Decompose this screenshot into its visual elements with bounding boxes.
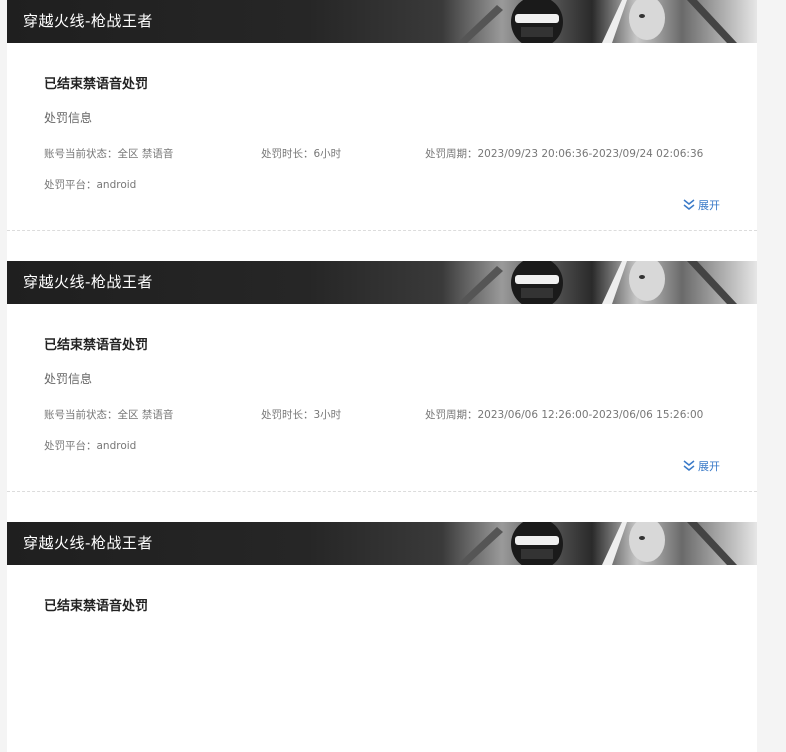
penalty-info-label: 处罚信息 <box>44 372 93 386</box>
divider <box>7 230 757 261</box>
game-banner-art <box>457 261 737 304</box>
penalty-record-card: 穿越火线-枪战王者 已结束禁语音处罚 <box>7 522 757 752</box>
penalty-duration: 处罚时长：6小时 <box>261 148 342 160</box>
penalty-platform: 处罚平台：android <box>44 440 137 452</box>
penalty-info-label: 处罚信息 <box>44 111 93 125</box>
penalty-record-list: 穿越火线-枪战王者 已结束禁语音处罚 处罚信息 账号当前状态：全区 禁语音 处罚… <box>7 0 757 752</box>
game-banner: 穿越火线-枪战王者 <box>7 261 757 304</box>
penalty-status-title: 已结束禁语音处罚 <box>44 77 149 92</box>
double-chevron-down-icon <box>683 199 695 210</box>
game-banner-art <box>457 522 737 565</box>
game-title: 穿越火线-枪战王者 <box>23 534 153 552</box>
expand-label: 展开 <box>698 199 720 212</box>
penalty-record-card: 穿越火线-枪战王者 已结束禁语音处罚 处罚信息 账号当前状态：全区 禁语音 处罚… <box>7 261 757 491</box>
penalty-period: 处罚周期：2023/06/06 12:26:00-2023/06/06 15:2… <box>425 409 704 421</box>
game-title: 穿越火线-枪战王者 <box>23 273 153 291</box>
account-status: 账号当前状态：全区 禁语音 <box>44 148 174 160</box>
penalty-status-title: 已结束禁语音处罚 <box>44 338 149 353</box>
game-banner: 穿越火线-枪战王者 <box>7 522 757 565</box>
expand-button[interactable]: 展开 <box>683 197 720 213</box>
game-banner: 穿越火线-枪战王者 <box>7 0 757 43</box>
account-status: 账号当前状态：全区 禁语音 <box>44 409 174 421</box>
expand-label: 展开 <box>698 460 720 473</box>
double-chevron-down-icon <box>683 460 695 471</box>
penalty-period: 处罚周期：2023/09/23 20:06:36-2023/09/24 02:0… <box>425 148 704 160</box>
game-banner-art <box>457 0 737 43</box>
penalty-status-title: 已结束禁语音处罚 <box>44 599 149 614</box>
game-title: 穿越火线-枪战王者 <box>23 12 153 30</box>
divider <box>7 491 757 522</box>
penalty-record-card: 穿越火线-枪战王者 已结束禁语音处罚 处罚信息 账号当前状态：全区 禁语音 处罚… <box>7 0 757 230</box>
penalty-duration: 处罚时长：3小时 <box>261 409 342 421</box>
penalty-platform: 处罚平台：android <box>44 179 137 191</box>
expand-button[interactable]: 展开 <box>683 458 720 474</box>
